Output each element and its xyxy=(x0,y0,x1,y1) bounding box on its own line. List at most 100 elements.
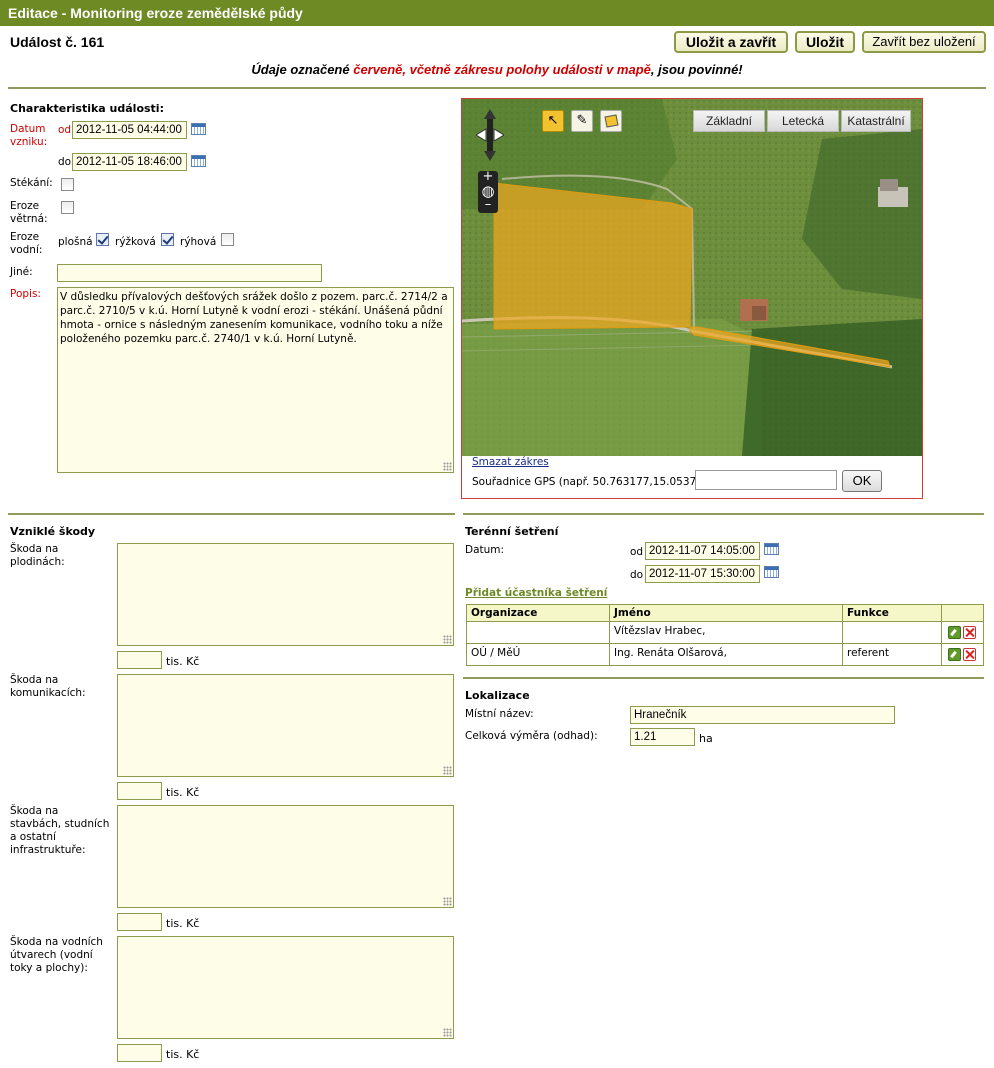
rill-erosion-checkbox[interactable] xyxy=(161,233,174,246)
table-row: Vítězslav Hrabec, xyxy=(466,621,984,644)
sheet-erosion-label: plošná xyxy=(58,236,93,248)
survey-from-label: od xyxy=(630,546,644,558)
other-input[interactable] xyxy=(57,264,322,282)
resize-grip-icon[interactable] xyxy=(443,766,452,775)
event-title: Událost č. 161 xyxy=(10,34,105,50)
runoff-label: Stékání: xyxy=(10,177,53,189)
add-participant-link[interactable]: Přidat účastníka šetření xyxy=(465,587,607,599)
polygon-glyph xyxy=(604,114,619,128)
delete-icon[interactable] xyxy=(963,648,976,661)
polygon-icon[interactable] xyxy=(600,110,622,132)
damage-crops-amount[interactable] xyxy=(117,651,162,669)
damage-roads-amount[interactable] xyxy=(117,782,162,800)
area-label: Celková výměra (odhad): xyxy=(465,730,598,742)
tab-cadastral[interactable]: Katastrální xyxy=(841,110,911,132)
cell-actions xyxy=(941,621,984,644)
calendar-icon[interactable] xyxy=(764,566,779,578)
gully-erosion-checkbox[interactable] xyxy=(221,233,234,246)
delete-icon[interactable] xyxy=(963,626,976,639)
resize-grip-icon[interactable] xyxy=(443,897,452,906)
resize-grip-icon[interactable] xyxy=(443,462,452,471)
aerial-map[interactable] xyxy=(462,99,922,456)
table-header-row: Organizace Jméno Funkce xyxy=(466,604,984,622)
save-close-button[interactable]: Uložit a zavřít xyxy=(674,31,788,53)
column-header: Organizace xyxy=(466,604,610,622)
damage-buildings-label: Škoda na stavbách, studních a ostatní in… xyxy=(10,805,110,856)
wind-erosion-checkbox[interactable] xyxy=(61,201,74,214)
cell-name: Ing. Renáta Olšarová, xyxy=(609,643,843,666)
cell-role: referent xyxy=(842,643,942,666)
gps-input[interactable] xyxy=(695,470,837,490)
edit-icon[interactable] xyxy=(948,648,961,661)
damage-crops-textarea[interactable] xyxy=(117,543,454,646)
characteristics-heading: Charakteristika události: xyxy=(10,102,164,115)
unit-label: tis. Kč xyxy=(166,917,200,930)
aerial-map-image xyxy=(462,99,922,456)
zoom-control[interactable]: + ◍ – xyxy=(478,170,498,213)
survey-to-label: do xyxy=(630,569,644,581)
unit-label: tis. Kč xyxy=(166,655,200,668)
divider xyxy=(463,513,984,515)
runoff-checkbox[interactable] xyxy=(61,178,74,191)
gully-erosion-label: rýhová xyxy=(180,236,217,248)
pan-control-glyph xyxy=(475,109,505,161)
place-name-input[interactable]: Hranečník xyxy=(630,706,895,724)
window-title: Editace - Monitoring eroze zemědělské pů… xyxy=(0,0,994,26)
other-label: Jiné: xyxy=(10,266,33,278)
sheet-erosion-checkbox[interactable] xyxy=(96,233,109,246)
column-header: Jméno xyxy=(609,604,843,622)
pan-control-icon[interactable] xyxy=(475,109,505,161)
cell-name: Vítězslav Hrabec, xyxy=(609,621,843,644)
calendar-icon[interactable] xyxy=(191,123,206,135)
calendar-icon[interactable] xyxy=(764,543,779,555)
damage-water-amount[interactable] xyxy=(117,1044,162,1062)
location-heading: Lokalizace xyxy=(465,689,530,702)
to-label: do xyxy=(58,156,72,168)
gps-ok-button[interactable]: OK xyxy=(842,470,882,492)
damages-heading: Vzniklé škody xyxy=(10,525,96,538)
close-without-save-button[interactable]: Zavřít bez uložení xyxy=(862,31,986,53)
pencil-icon[interactable]: ✎ xyxy=(571,110,593,132)
description-label: Popis: xyxy=(10,288,41,300)
tab-basic[interactable]: Základní xyxy=(693,110,765,132)
place-name-label: Místní název: xyxy=(465,708,534,720)
date-to-input[interactable]: 2012-11-05 18:46:00 xyxy=(72,153,187,171)
damage-water-label: Škoda na vodních útvarech (vodní toky a … xyxy=(10,936,103,974)
zoom-out-icon[interactable]: – xyxy=(478,198,498,211)
water-erosion-label: Eroze vodní: xyxy=(10,231,43,256)
edit-icon[interactable] xyxy=(948,626,961,639)
survey-date-label: Datum: xyxy=(465,544,505,556)
participants-table: Organizace Jméno Funkce Vítězslav Hrabec… xyxy=(466,604,984,666)
survey-heading: Terénní šetření xyxy=(465,525,559,538)
delete-drawing-link[interactable]: Smazat zákres xyxy=(472,456,549,468)
damage-roads-label: Škoda na komunikacích: xyxy=(10,674,86,699)
wind-erosion-label: Eroze větrná: xyxy=(10,200,48,225)
date-from-input[interactable]: 2012-11-05 04:44:00 xyxy=(72,121,187,139)
damage-roads-textarea[interactable] xyxy=(117,674,454,777)
damage-buildings-textarea[interactable] xyxy=(117,805,454,908)
description-textarea[interactable]: V důsledku přívalových dešťových srážek … xyxy=(57,287,454,473)
divider xyxy=(8,513,455,515)
from-label: od xyxy=(58,124,72,136)
rill-erosion-label: rýžková xyxy=(115,236,156,248)
required-notice: Údaje označené červeně, včetně zákresu p… xyxy=(251,62,743,77)
cell-role xyxy=(842,621,942,644)
damage-crops-label: Škoda na plodinách: xyxy=(10,543,65,568)
damage-water-textarea[interactable] xyxy=(117,936,454,1039)
divider xyxy=(8,87,986,89)
tab-aerial[interactable]: Letecká xyxy=(767,110,839,132)
cell-org xyxy=(466,621,610,644)
survey-from-input[interactable]: 2012-11-07 14:05:00 xyxy=(645,542,760,560)
cell-actions xyxy=(941,643,984,666)
survey-to-input[interactable]: 2012-11-07 15:30:00 xyxy=(645,565,760,583)
save-button[interactable]: Uložit xyxy=(795,31,855,53)
column-header-actions xyxy=(941,604,984,622)
divider xyxy=(463,677,984,679)
area-input[interactable]: 1.21 xyxy=(630,728,695,746)
resize-grip-icon[interactable] xyxy=(443,1028,452,1037)
calendar-icon[interactable] xyxy=(191,155,206,167)
resize-grip-icon[interactable] xyxy=(443,635,452,644)
damage-buildings-amount[interactable] xyxy=(117,913,162,931)
map-panel[interactable]: + ◍ – ↖ ✎ Základní Letecká Katastrální S… xyxy=(461,98,923,499)
pointer-icon[interactable]: ↖ xyxy=(542,110,564,132)
